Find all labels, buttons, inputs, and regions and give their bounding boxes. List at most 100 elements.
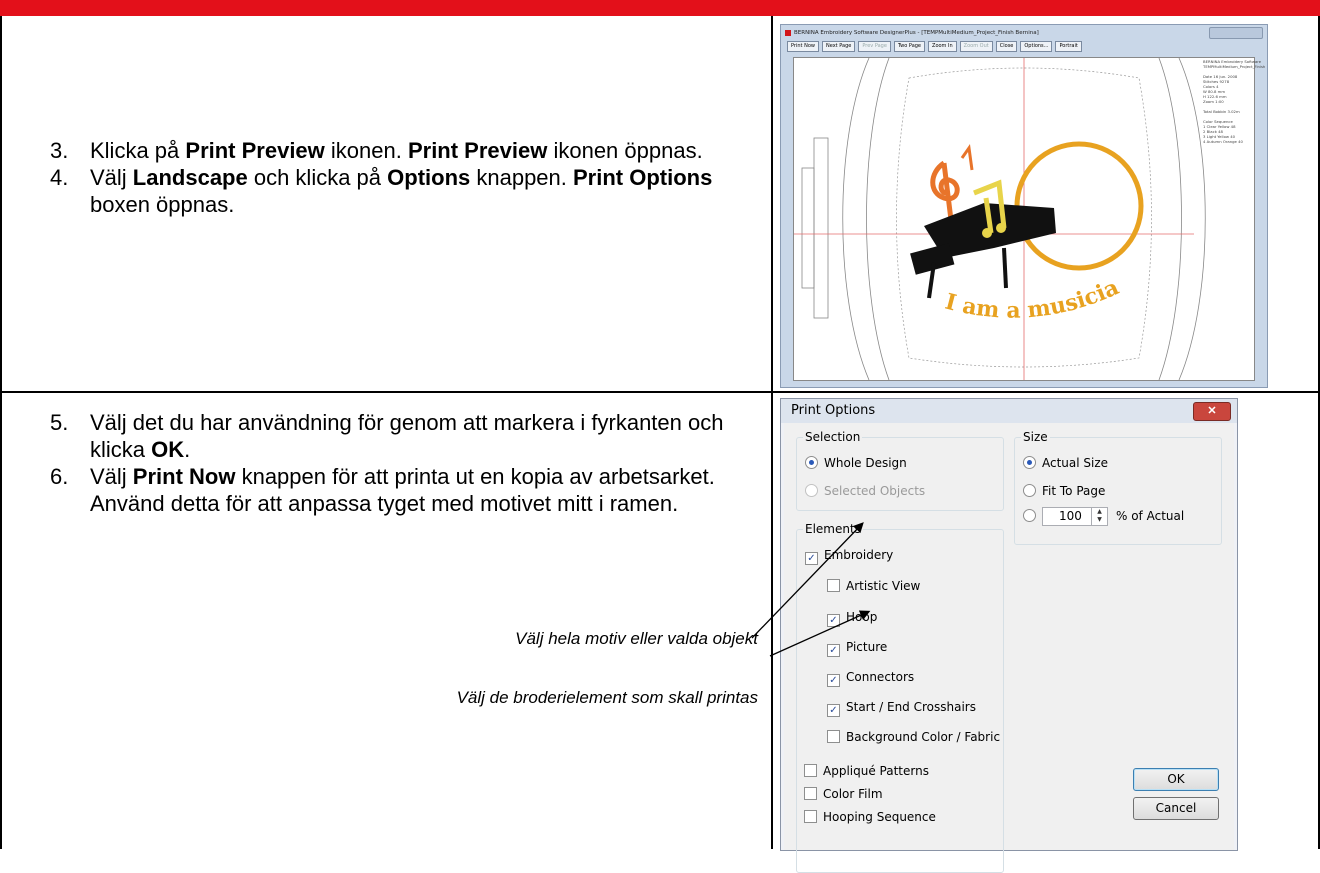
fit-to-page-label: Fit To Page <box>1042 484 1106 498</box>
radio-empty-icon <box>805 484 818 497</box>
checkbox-empty-icon[interactable] <box>804 764 817 777</box>
checkbox-option[interactable]: ✓ Hoop <box>827 610 877 627</box>
close-icon[interactable]: ✕ <box>1193 402 1231 421</box>
checkbox-empty-icon[interactable] <box>827 730 840 743</box>
step-text: ikonen öppnas. <box>547 138 703 163</box>
checkbox-option[interactable]: ✓ Start / End Crosshairs <box>827 700 976 717</box>
radio-selected-icon <box>1023 456 1036 469</box>
checkbox-label: Embroidery <box>824 548 894 562</box>
checkbox-option[interactable]: Color Film <box>804 787 883 801</box>
step-text: och klicka på <box>247 165 388 190</box>
window-controls-icon[interactable] <box>1209 27 1263 39</box>
hoop-clamp-outer <box>801 167 815 289</box>
fit-to-page-radio[interactable]: Fit To Page <box>1023 484 1105 498</box>
spin-arrows-icon[interactable]: ▲ ▼ <box>1091 508 1107 525</box>
checkbox-option[interactable]: ✓ Connectors <box>827 670 914 687</box>
percent-radio[interactable] <box>1023 509 1036 522</box>
preview-toolbar-button[interactable]: Next Page <box>821 41 856 52</box>
actual-size-label: Actual Size <box>1042 456 1109 470</box>
size-group-label: Size <box>1021 430 1050 444</box>
step-text: Välj <box>90 464 133 489</box>
checkbox-empty-icon[interactable] <box>804 787 817 800</box>
preview-info-row: 4 Autumn Orange 40 <box>1203 139 1243 144</box>
header-bar <box>0 0 1320 16</box>
step-emphasis: Print Preview <box>407 138 548 163</box>
preview-toolbar-button[interactable]: Portrait <box>1055 41 1082 52</box>
preview-window-title: BERNINA Embroidery Software DesignerPlus… <box>794 30 1039 36</box>
selected-objects-radio[interactable]: Selected Objects <box>805 484 925 498</box>
checkbox-option[interactable]: ✓ Picture <box>827 640 887 657</box>
print-preview-screenshot: BERNINA Embroidery Software DesignerPlus… <box>780 24 1268 388</box>
preview-toolbar-button[interactable]: Two Page <box>893 41 926 52</box>
step-item: 4. Välj Landscape och klicka på Options k… <box>50 164 740 218</box>
checkbox-option[interactable]: Artistic View <box>827 579 920 593</box>
preview-toolbar-button[interactable]: Zoom In <box>928 41 957 52</box>
step-number: 5. <box>50 410 69 435</box>
checkbox-empty-icon[interactable] <box>827 579 840 592</box>
selection-group-label: Selection <box>803 430 863 444</box>
checkbox-empty-icon[interactable] <box>804 810 817 823</box>
step-emphasis: Landscape <box>132 165 248 190</box>
checkbox-label: Color Film <box>823 787 883 801</box>
step-text: boxen öppnas. <box>90 192 235 217</box>
checkbox-label: Hoop <box>846 610 878 624</box>
hoop-inner-right <box>1158 57 1182 381</box>
dialog-title: Print Options <box>791 403 876 418</box>
print-options-dialog: Print Options ✕ Selection Whole Design S… <box>780 398 1238 873</box>
hoop-preview-drawing: I am a musician! <box>786 38 1206 381</box>
checkbox-option[interactable]: Background Color / Fabric <box>827 730 1000 744</box>
note-head <box>996 223 1006 233</box>
checkbox-label: Appliqué Patterns <box>823 764 929 778</box>
step-item: 3. Klicka på Print Preview ikonen. Print … <box>50 137 740 164</box>
checkbox-label: Start / End Crosshairs <box>846 700 976 714</box>
table-divider-horizontal <box>0 391 1320 393</box>
preview-toolbar-button[interactable]: Print Now <box>787 41 819 52</box>
note-head <box>982 228 992 238</box>
checkbox-checked-icon[interactable]: ✓ <box>827 644 840 657</box>
annotation-elements: Välj de broderielement som skall printas <box>456 688 758 707</box>
preview-info-row: TEMPMultiMedium_Project_Finish <box>1203 64 1266 69</box>
step-number: 6. <box>50 464 69 489</box>
table-border-left <box>0 16 2 849</box>
whole-design-radio[interactable]: Whole Design <box>805 456 907 470</box>
preview-info-panel: BERNINA Embroidery Software TEMPMultiMedi… <box>1203 59 1266 144</box>
checkbox-option[interactable]: Appliqué Patterns <box>804 764 929 778</box>
step-emphasis: Print Preview <box>185 138 325 163</box>
preview-toolbar-button[interactable]: Zoom Out <box>959 41 993 52</box>
preview-toolbar-button[interactable]: Close <box>995 41 1018 52</box>
checkbox-checked-icon[interactable]: ✓ <box>805 552 818 565</box>
percent-label: % of Actual <box>1116 509 1185 523</box>
checkbox-option[interactable]: Hooping Sequence <box>804 810 936 824</box>
whole-design-label: Whole Design <box>824 456 907 470</box>
step-text: knappen. <box>470 165 573 190</box>
ok-button[interactable]: OK <box>1133 768 1219 791</box>
step-text: ikonen. <box>324 138 408 163</box>
dialog-body: Selection Whole Design Selected Objects … <box>784 423 1234 873</box>
checkbox-checked-icon[interactable]: ✓ <box>827 704 840 717</box>
preview-toolbar: Print Now Next Page Prev Page Two Page Zoom … <box>787 41 1261 55</box>
preview-toolbar-button[interactable]: Options... <box>1020 41 1053 52</box>
dialog-title-bar: Print Options ✕ <box>781 399 1237 423</box>
step-text: Välj <box>90 165 133 190</box>
elements-group-label: Elements <box>803 522 863 536</box>
checkbox-checked-icon[interactable]: ✓ <box>827 674 840 687</box>
selection-group: Selection Whole Design Selected Objects <box>796 430 1004 511</box>
checkbox-label: Picture <box>846 640 888 654</box>
preview-info-row: Zoom 1:00 <box>1203 99 1224 104</box>
percent-option: 100 ▲ ▼ % of Actual <box>1023 507 1184 526</box>
preview-info-row: Total Bobbin 3.02m <box>1203 109 1240 114</box>
hoop-inner-left <box>866 57 890 381</box>
cancel-button[interactable]: Cancel <box>1133 797 1219 820</box>
hoop-outline-left <box>842 57 870 381</box>
size-group: Size Actual Size Fit To Page 100 ▲ ▼ % of A… <box>1014 430 1222 545</box>
checkbox-checked-icon[interactable]: ✓ <box>827 614 840 627</box>
hoop-clamp-left <box>813 137 829 319</box>
step-item: 6. Välj Print Now knappen för att printa … <box>50 463 770 517</box>
preview-toolbar-button[interactable]: Prev Page <box>858 41 891 52</box>
table-divider-vertical <box>771 16 773 849</box>
actual-size-radio[interactable]: Actual Size <box>1023 456 1108 470</box>
hoop-outline-right <box>1178 57 1206 381</box>
checkbox-option[interactable]: ✓ Embroidery <box>805 548 893 565</box>
percent-stepper[interactable]: 100 ▲ ▼ <box>1042 507 1108 526</box>
checkbox-label: Hooping Sequence <box>823 810 936 824</box>
